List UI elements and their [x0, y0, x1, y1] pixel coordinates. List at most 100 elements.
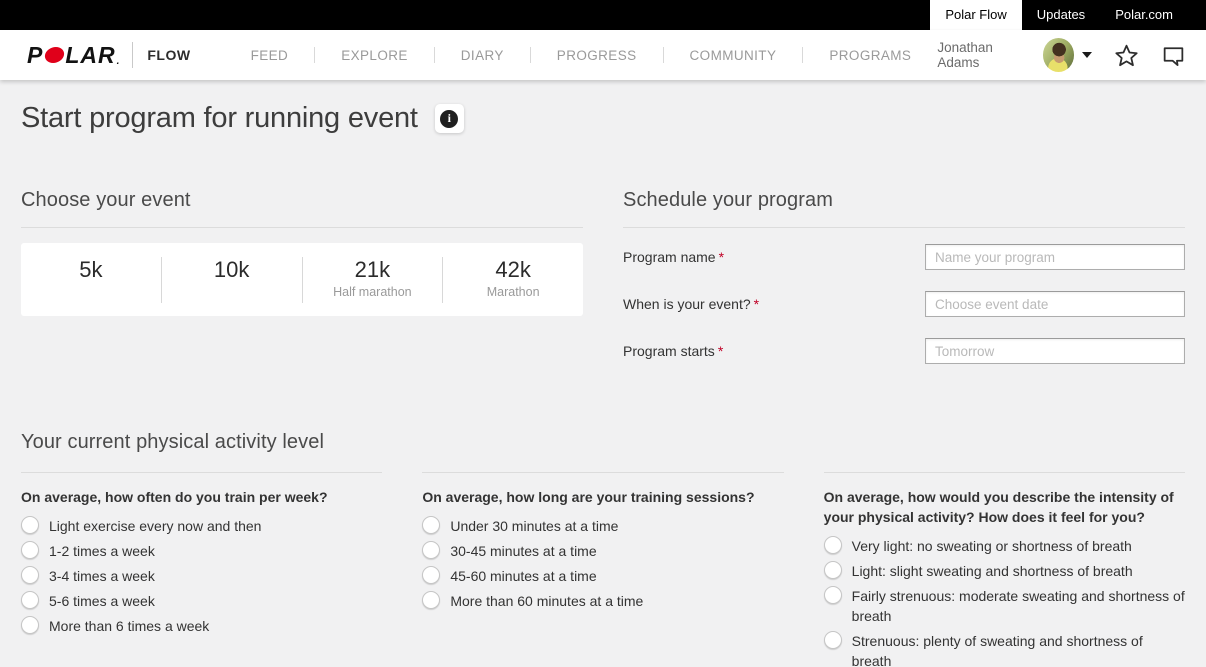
info-button[interactable]: i: [435, 104, 464, 133]
radio-option-more-than-60[interactable]: More than 60 minutes at a time: [422, 591, 783, 611]
topbar-tab-polar-flow[interactable]: Polar Flow: [930, 0, 1021, 30]
label-text: Program starts: [623, 343, 715, 359]
question-frequency-column: On average, how often do you train per w…: [21, 472, 382, 667]
event-option-5k[interactable]: 5k: [21, 243, 161, 316]
event-distance: 21k: [303, 257, 443, 283]
nav-item-progress[interactable]: PROGRESS: [531, 48, 663, 63]
activity-level-title: Your current physical activity level: [21, 431, 1185, 454]
user-name[interactable]: Jonathan Adams: [937, 40, 1030, 70]
radio-option-light-exercise[interactable]: Light exercise every now and then: [21, 516, 382, 536]
option-label: 45-60 minutes at a time: [450, 566, 596, 586]
option-label: Very light: no sweating or shortness of …: [852, 536, 1132, 556]
option-label: 5-6 times a week: [49, 591, 155, 611]
radio-button-icon[interactable]: [21, 566, 39, 584]
program-name-label: Program name*: [623, 249, 925, 265]
radio-option-very-light[interactable]: Very light: no sweating or shortness of …: [824, 536, 1185, 556]
program-starts-input[interactable]: [925, 338, 1185, 364]
radio-button-icon[interactable]: [21, 616, 39, 634]
event-option-42k[interactable]: 42k Marathon: [443, 243, 583, 316]
program-starts-row: Program starts*: [623, 338, 1185, 364]
radio-button-icon[interactable]: [21, 541, 39, 559]
nav-item-explore[interactable]: EXPLORE: [315, 48, 434, 63]
option-label: Strenuous: plenty of sweating and shortn…: [852, 631, 1185, 667]
radio-button-icon[interactable]: [422, 566, 440, 584]
choose-event-title: Choose your event: [21, 189, 583, 212]
option-label: More than 6 times a week: [49, 616, 209, 636]
program-starts-label: Program starts*: [623, 343, 925, 359]
topbar-tab-updates[interactable]: Updates: [1022, 0, 1100, 30]
program-name-row: Program name*: [623, 244, 1185, 270]
radio-option-fairly-strenuous[interactable]: Fairly strenuous: moderate sweating and …: [824, 586, 1185, 626]
radio-button-icon[interactable]: [422, 516, 440, 534]
choose-event-section: Choose your event 5k 10k 21k Half marath…: [21, 189, 583, 385]
nav-item-programs[interactable]: PROGRAMS: [803, 48, 937, 63]
radio-option-under-30[interactable]: Under 30 minutes at a time: [422, 516, 783, 536]
option-label: More than 60 minutes at a time: [450, 591, 643, 611]
polar-logo-registered-mark: .: [117, 56, 121, 67]
radio-option-30-45[interactable]: 30-45 minutes at a time: [422, 541, 783, 561]
question-text: On average, how would you describe the i…: [824, 487, 1185, 527]
messages-icon[interactable]: [1161, 43, 1186, 68]
radio-button-icon[interactable]: [824, 536, 842, 554]
label-text: When is your event?: [623, 296, 751, 312]
polar-logo[interactable]: P LAR .: [27, 42, 120, 69]
radio-option-5-6-times[interactable]: 5-6 times a week: [21, 591, 382, 611]
event-sublabel: Half marathon: [303, 285, 443, 299]
radio-option-light[interactable]: Light: slight sweating and shortness of …: [824, 561, 1185, 581]
radio-option-3-4-times[interactable]: 3-4 times a week: [21, 566, 382, 586]
radio-option-45-60[interactable]: 45-60 minutes at a time: [422, 566, 783, 586]
radio-option-strenuous[interactable]: Strenuous: plenty of sweating and shortn…: [824, 631, 1185, 667]
column-divider: [21, 472, 382, 473]
question-duration-column: On average, how long are your training s…: [422, 472, 783, 667]
topbar-tab-polar-com[interactable]: Polar.com: [1100, 0, 1188, 30]
nav-item-diary[interactable]: DIARY: [435, 48, 530, 63]
chevron-down-icon[interactable]: [1082, 52, 1092, 58]
page-title: Start program for running event: [21, 102, 418, 135]
event-date-label: When is your event?*: [623, 296, 925, 312]
radio-option-more-than-6[interactable]: More than 6 times a week: [21, 616, 382, 636]
nav-item-flow-active[interactable]: FLOW: [147, 47, 190, 63]
event-distance: 5k: [21, 257, 161, 283]
radio-button-icon[interactable]: [422, 541, 440, 559]
radio-option-1-2-times[interactable]: 1-2 times a week: [21, 541, 382, 561]
event-date-input[interactable]: [925, 291, 1185, 317]
section-divider: [21, 227, 583, 228]
nav-item-community[interactable]: COMMUNITY: [664, 48, 803, 63]
program-name-input[interactable]: [925, 244, 1185, 270]
event-sublabel: Marathon: [443, 285, 583, 299]
nav-menu: FEED EXPLORE DIARY PROGRESS COMMUNITY PR…: [225, 47, 938, 63]
radio-button-icon[interactable]: [21, 516, 39, 534]
main-navbar: P LAR . FLOW FEED EXPLORE DIARY PROGRESS…: [0, 30, 1206, 80]
column-divider: [422, 472, 783, 473]
radio-button-icon[interactable]: [824, 586, 842, 604]
column-divider: [824, 472, 1185, 473]
option-label: 1-2 times a week: [49, 541, 155, 561]
info-icon: i: [440, 110, 458, 128]
radio-button-icon[interactable]: [21, 591, 39, 609]
polar-logo-red-o: [44, 47, 66, 63]
nav-item-feed[interactable]: FEED: [225, 48, 315, 63]
event-option-10k[interactable]: 10k: [162, 243, 302, 316]
required-asterisk: *: [754, 296, 759, 312]
required-asterisk: *: [719, 249, 724, 265]
favorites-star-icon[interactable]: [1114, 43, 1139, 68]
question-intensity-column: On average, how would you describe the i…: [824, 472, 1185, 667]
event-distance: 42k: [443, 257, 583, 283]
radio-button-icon[interactable]: [422, 591, 440, 609]
event-option-21k[interactable]: 21k Half marathon: [303, 243, 443, 316]
option-label: 3-4 times a week: [49, 566, 155, 586]
avatar[interactable]: [1043, 38, 1075, 72]
event-distance: 10k: [162, 257, 302, 283]
polar-logo-text-left: P: [27, 42, 43, 69]
question-text: On average, how long are your training s…: [422, 487, 783, 507]
option-label: Light: slight sweating and shortness of …: [852, 561, 1133, 581]
top-utility-bar: Polar Flow Updates Polar.com: [0, 0, 1206, 30]
radio-button-icon[interactable]: [824, 561, 842, 579]
option-label: Under 30 minutes at a time: [450, 516, 618, 536]
radio-button-icon[interactable]: [824, 631, 842, 649]
option-label: Light exercise every now and then: [49, 516, 261, 536]
section-divider: [623, 227, 1185, 228]
page-content: Start program for running event i Choose…: [0, 80, 1206, 667]
title-row: Start program for running event i: [21, 80, 1185, 135]
event-date-row: When is your event?*: [623, 291, 1185, 317]
